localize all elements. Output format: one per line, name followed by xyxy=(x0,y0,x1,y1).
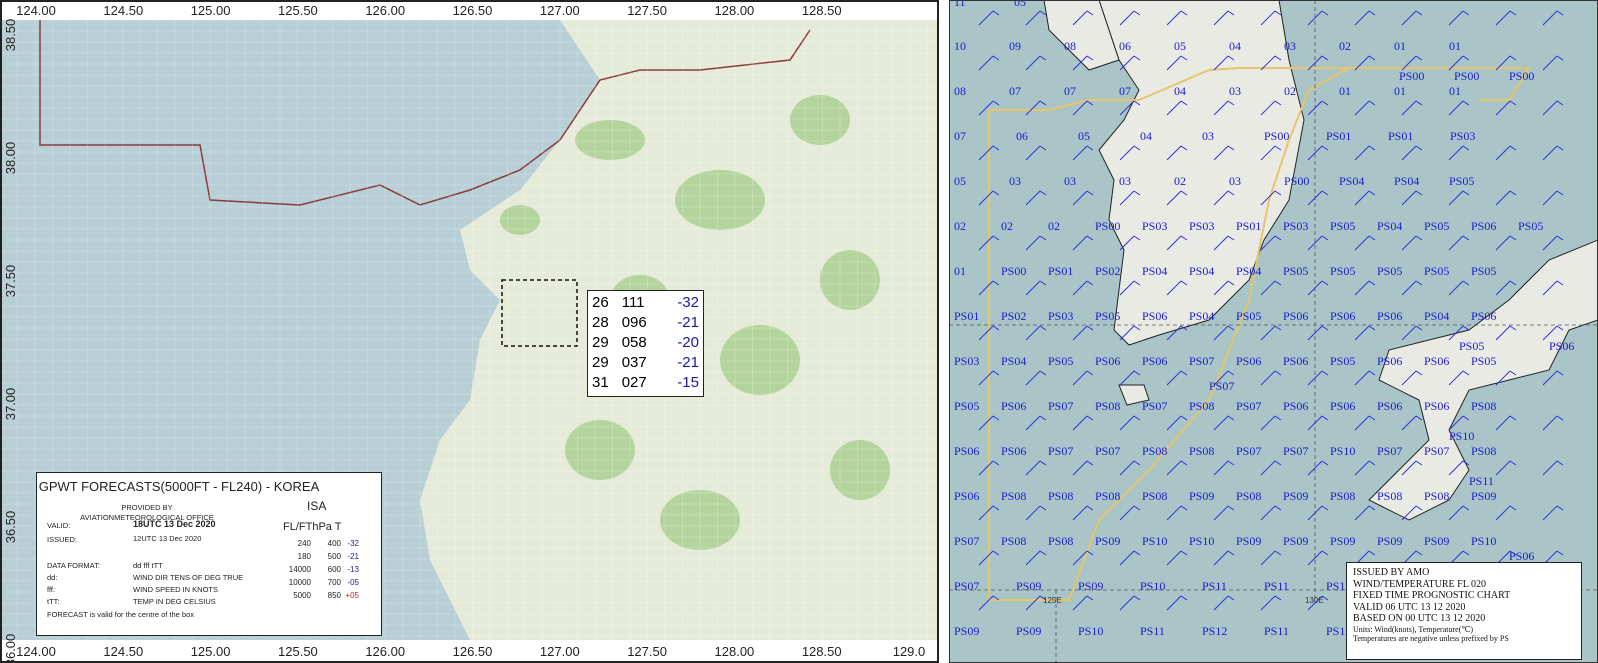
valid-label: VALID: xyxy=(47,521,71,530)
issued-line: WIND/TEMPERATURE FL 020 xyxy=(1353,578,1486,590)
callout-row: 29 058 -20 xyxy=(592,334,699,351)
legend-title: GPWT FORECASTS(5000FT - FL240) - KOREA xyxy=(38,479,320,494)
valid-value: 18UTC 13 Dec 2020 xyxy=(133,519,216,529)
issued-line: ISSUED BY AMO xyxy=(1353,567,1430,578)
callout-row: 29 037 -21 xyxy=(592,354,699,371)
units-line: Units: Wind(knots), Temperature(℃) xyxy=(1353,624,1474,634)
callout-row: 31 027 -15 xyxy=(592,374,699,391)
isa-row: 14000 600 -13 xyxy=(288,565,359,574)
issued-line: FIXED TIME PROGNOSTIC CHART xyxy=(1353,590,1511,601)
format-label: DATA FORMAT: xyxy=(47,561,100,570)
issued-line: VALID 06 UTC 13 12 2020 xyxy=(1353,601,1466,613)
isa-table: 240 400 -32 180 500 -21 14000 600 -13 10000 700… xyxy=(287,539,359,604)
isa-row: 10000 700 -05 xyxy=(288,578,359,587)
fff-value: WIND SPEED IN KNOTS xyxy=(133,585,219,594)
ttt-label: tTT: xyxy=(47,597,60,606)
isa-label: ISA xyxy=(307,499,327,513)
wind-temperature-chart-panel: 10 09 08 06 05 04 03 02 01 01 08 07 07 07 04 03 02 01 01 01… xyxy=(949,0,1598,663)
fff-label: fff: xyxy=(47,585,56,594)
gpwt-forecast-panel: 124.00 124.50 125.00 125.50 126.00 126.50 127.… xyxy=(0,0,939,663)
issued-value: 12UTC 13 Dec 2020 xyxy=(133,534,202,543)
ttt-value: TEMP IN DEG CELSIUS xyxy=(133,597,216,606)
isa-row: 240 400 -32 xyxy=(297,539,359,548)
callout-row: 26 111 -32 xyxy=(592,294,699,311)
issued-label: ISSUED: xyxy=(47,535,78,544)
legend-box: GPWT FORECASTS(5000FT - FL240) - KOREA P… xyxy=(36,472,382,636)
issued-line: BASED ON 00 UTC 13 12 2020 xyxy=(1353,613,1486,624)
callout-row: 28 096 -21 xyxy=(592,314,699,331)
dd-value: WIND DIR TENS OF DEG TRUE xyxy=(133,573,244,582)
note-line: Temperatures are negative unless prefixe… xyxy=(1353,634,1509,643)
forecast-note: FORECAST is valid for the centre of the … xyxy=(47,610,195,619)
isa-header: FL/FThPa T xyxy=(283,521,342,533)
dd-label: dd: xyxy=(47,573,58,582)
format-value: dd fff tTT xyxy=(133,561,163,570)
issued-info-box: ISSUED BY AMO WIND/TEMPERATURE FL 020 FI… xyxy=(1346,562,1582,660)
forecast-callout-box: 26 111 -32 28 096 -21 29 058 -20 29 037 -21 31 02… xyxy=(587,290,704,397)
isa-row: 180 500 -21 xyxy=(297,552,359,561)
isa-row: 5000 850 +05 xyxy=(293,591,359,600)
